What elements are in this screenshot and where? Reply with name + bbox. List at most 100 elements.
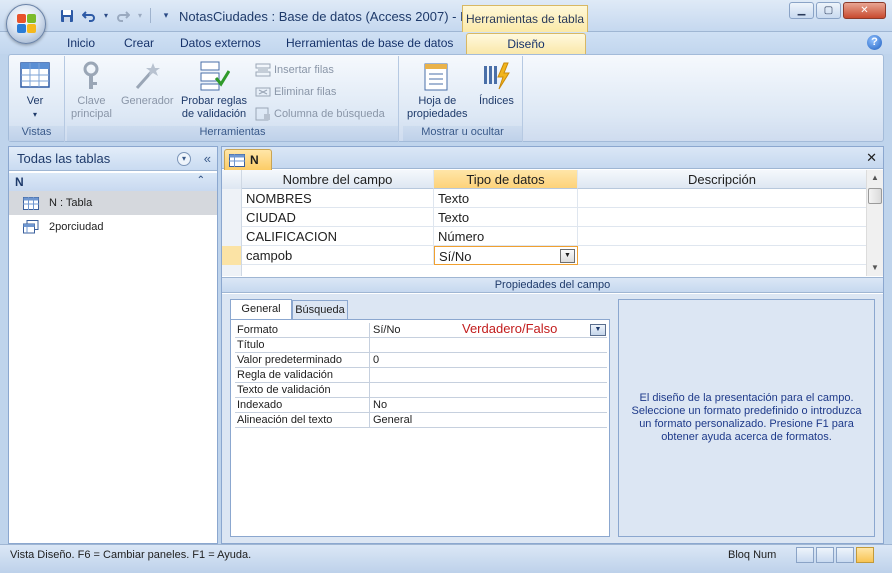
property-row-texto-validacion[interactable]: Texto de validación	[235, 383, 607, 398]
hoja-propiedades-label-1: Hoja de	[418, 95, 457, 107]
nav-item-label: N : Tabla	[49, 197, 93, 209]
format-dropdown-icon[interactable]: ▼	[590, 324, 606, 336]
description-cell[interactable]	[578, 189, 867, 208]
office-button[interactable]	[6, 4, 46, 44]
scroll-up-icon[interactable]: ▲	[867, 170, 883, 186]
maximize-icon[interactable]: ▢	[816, 2, 841, 19]
tab-diseno[interactable]: Diseño	[466, 33, 586, 56]
redo-icon[interactable]	[114, 7, 132, 24]
property-value[interactable]: General	[369, 413, 607, 428]
tab-herramientas-bd[interactable]: Herramientas de base de datos	[286, 36, 453, 50]
ver-dropdown-icon: ▾	[32, 110, 37, 119]
document-tab-n[interactable]: N	[224, 149, 272, 170]
property-row-titulo[interactable]: Título	[235, 338, 607, 353]
property-row-valor-predeterminado[interactable]: Valor predeterminado 0	[235, 353, 607, 368]
table-row[interactable]: NOMBRES Texto	[222, 189, 867, 208]
column-header-descripcion[interactable]: Descripción	[578, 170, 867, 189]
table-row[interactable]: CALIFICACION Número	[222, 227, 867, 246]
clave-principal-button[interactable]: Clave principal	[71, 60, 112, 121]
columna-busqueda-button[interactable]: Columna de búsqueda	[255, 107, 385, 121]
undo-dropdown-icon[interactable]: ▾	[102, 7, 110, 24]
property-value[interactable]	[369, 368, 607, 383]
property-row-regla-validacion[interactable]: Regla de validación	[235, 368, 607, 383]
column-header-tipo[interactable]: Tipo de datos	[434, 170, 578, 189]
navigation-pane: Todas las tablas ▾ « N ⌃ N : Tabla 2porc…	[8, 146, 218, 544]
field-name-cell[interactable]: NOMBRES	[242, 189, 434, 208]
property-value-formato[interactable]: Sí/No Verdadero/Falso ▼	[369, 321, 607, 338]
redo-dropdown-icon[interactable]: ▾	[136, 7, 144, 24]
property-value[interactable]: 0	[369, 353, 607, 368]
probar-reglas-button[interactable]: Probar reglas de validación	[181, 60, 247, 121]
help-icon[interactable]: ?	[867, 35, 882, 50]
property-value[interactable]: No	[369, 398, 607, 413]
property-value[interactable]	[369, 383, 607, 398]
scroll-down-icon[interactable]: ▼	[867, 260, 883, 276]
tab-crear[interactable]: Crear	[124, 36, 154, 50]
table-row-current[interactable]: campob Sí/No ▼	[222, 246, 867, 265]
nav-header[interactable]: Todas las tablas ▾ «	[9, 147, 217, 171]
document-tabs: N ✕	[222, 147, 883, 170]
field-name-cell[interactable]: CALIFICACION	[242, 227, 434, 246]
property-row-formato[interactable]: Formato Sí/No Verdadero/Falso ▼	[235, 321, 607, 338]
property-value[interactable]	[369, 338, 607, 353]
close-icon[interactable]: ✕	[843, 2, 886, 19]
field-name-cell[interactable]: CIUDAD	[242, 208, 434, 227]
pivottable-view-button-icon[interactable]	[816, 547, 834, 563]
tab-busqueda[interactable]: Búsqueda	[292, 300, 348, 319]
hoja-propiedades-label-2: propiedades	[407, 108, 468, 120]
column-header-nombre[interactable]: Nombre del campo	[242, 170, 434, 189]
generador-button[interactable]: Generador	[121, 60, 174, 108]
nav-group-n[interactable]: N ⌃	[9, 173, 217, 191]
field-properties-bar: Propiedades del campo	[222, 277, 883, 293]
probar-reglas-label-2: de validación	[181, 108, 247, 120]
select-all-corner[interactable]	[222, 170, 242, 189]
hoja-propiedades-button[interactable]: Hoja de propiedades	[407, 60, 468, 121]
pivotchart-view-button-icon[interactable]	[836, 547, 854, 563]
nav-item-query-2porciudad[interactable]: 2porciudad	[9, 215, 217, 239]
collapse-pane-icon[interactable]: «	[204, 151, 211, 166]
table-row-empty[interactable]	[222, 265, 867, 276]
description-cell[interactable]	[578, 227, 867, 246]
ribbon: Ver ▾ Vistas Clave principal Generador P…	[8, 54, 884, 142]
row-selector[interactable]	[222, 227, 242, 246]
minimize-icon[interactable]: ▁	[789, 2, 814, 19]
row-selector[interactable]	[222, 189, 242, 208]
grid-scrollbar[interactable]: ▲ ▼	[866, 170, 883, 276]
data-type-dropdown-icon[interactable]: ▼	[560, 249, 575, 263]
tab-datos-externos[interactable]: Datos externos	[180, 36, 261, 50]
customize-icon[interactable]: ▾	[157, 7, 175, 24]
nav-item-table-n[interactable]: N : Tabla	[9, 191, 217, 215]
undo-icon[interactable]	[80, 7, 98, 24]
description-cell[interactable]	[578, 246, 867, 265]
design-view-button-icon[interactable]	[856, 547, 874, 563]
insertar-filas-button[interactable]: Insertar filas	[255, 63, 334, 77]
field-name-cell[interactable]: campob	[242, 246, 434, 265]
property-row-indexado[interactable]: Indexado No	[235, 398, 607, 413]
tab-inicio[interactable]: Inicio	[67, 36, 95, 50]
group-label-mostrar-ocultar: Mostrar u ocultar	[403, 126, 522, 141]
indices-button[interactable]: Índices	[479, 60, 514, 108]
datasheet-view-button-icon[interactable]	[796, 547, 814, 563]
description-cell[interactable]	[578, 208, 867, 227]
nav-menu-dropdown-icon[interactable]: ▾	[177, 152, 191, 166]
property-row-alineacion[interactable]: Alineación del texto General	[235, 413, 607, 428]
row-selector[interactable]	[222, 265, 242, 276]
row-selector[interactable]	[222, 208, 242, 227]
eliminar-filas-button[interactable]: Eliminar filas	[255, 85, 336, 99]
close-document-icon[interactable]: ✕	[866, 150, 877, 166]
data-type-combo[interactable]: Sí/No ▼	[434, 246, 578, 265]
data-type-cell[interactable]: Texto	[434, 208, 578, 227]
property-value: Sí/No	[373, 324, 401, 336]
tab-general[interactable]: General	[230, 299, 292, 320]
table-row[interactable]: CIUDAD Texto	[222, 208, 867, 227]
data-type-cell[interactable]: Número	[434, 227, 578, 246]
view-switcher	[796, 547, 874, 563]
row-selector-current[interactable]	[222, 246, 242, 265]
group-collapse-icon[interactable]: ⌃	[197, 175, 205, 186]
save-icon[interactable]	[58, 7, 76, 24]
property-name: Título	[237, 339, 265, 351]
office-logo-icon	[17, 14, 37, 34]
ver-button[interactable]: Ver ▾	[19, 60, 51, 121]
data-type-cell[interactable]: Texto	[434, 189, 578, 208]
scroll-thumb[interactable]	[868, 188, 882, 204]
